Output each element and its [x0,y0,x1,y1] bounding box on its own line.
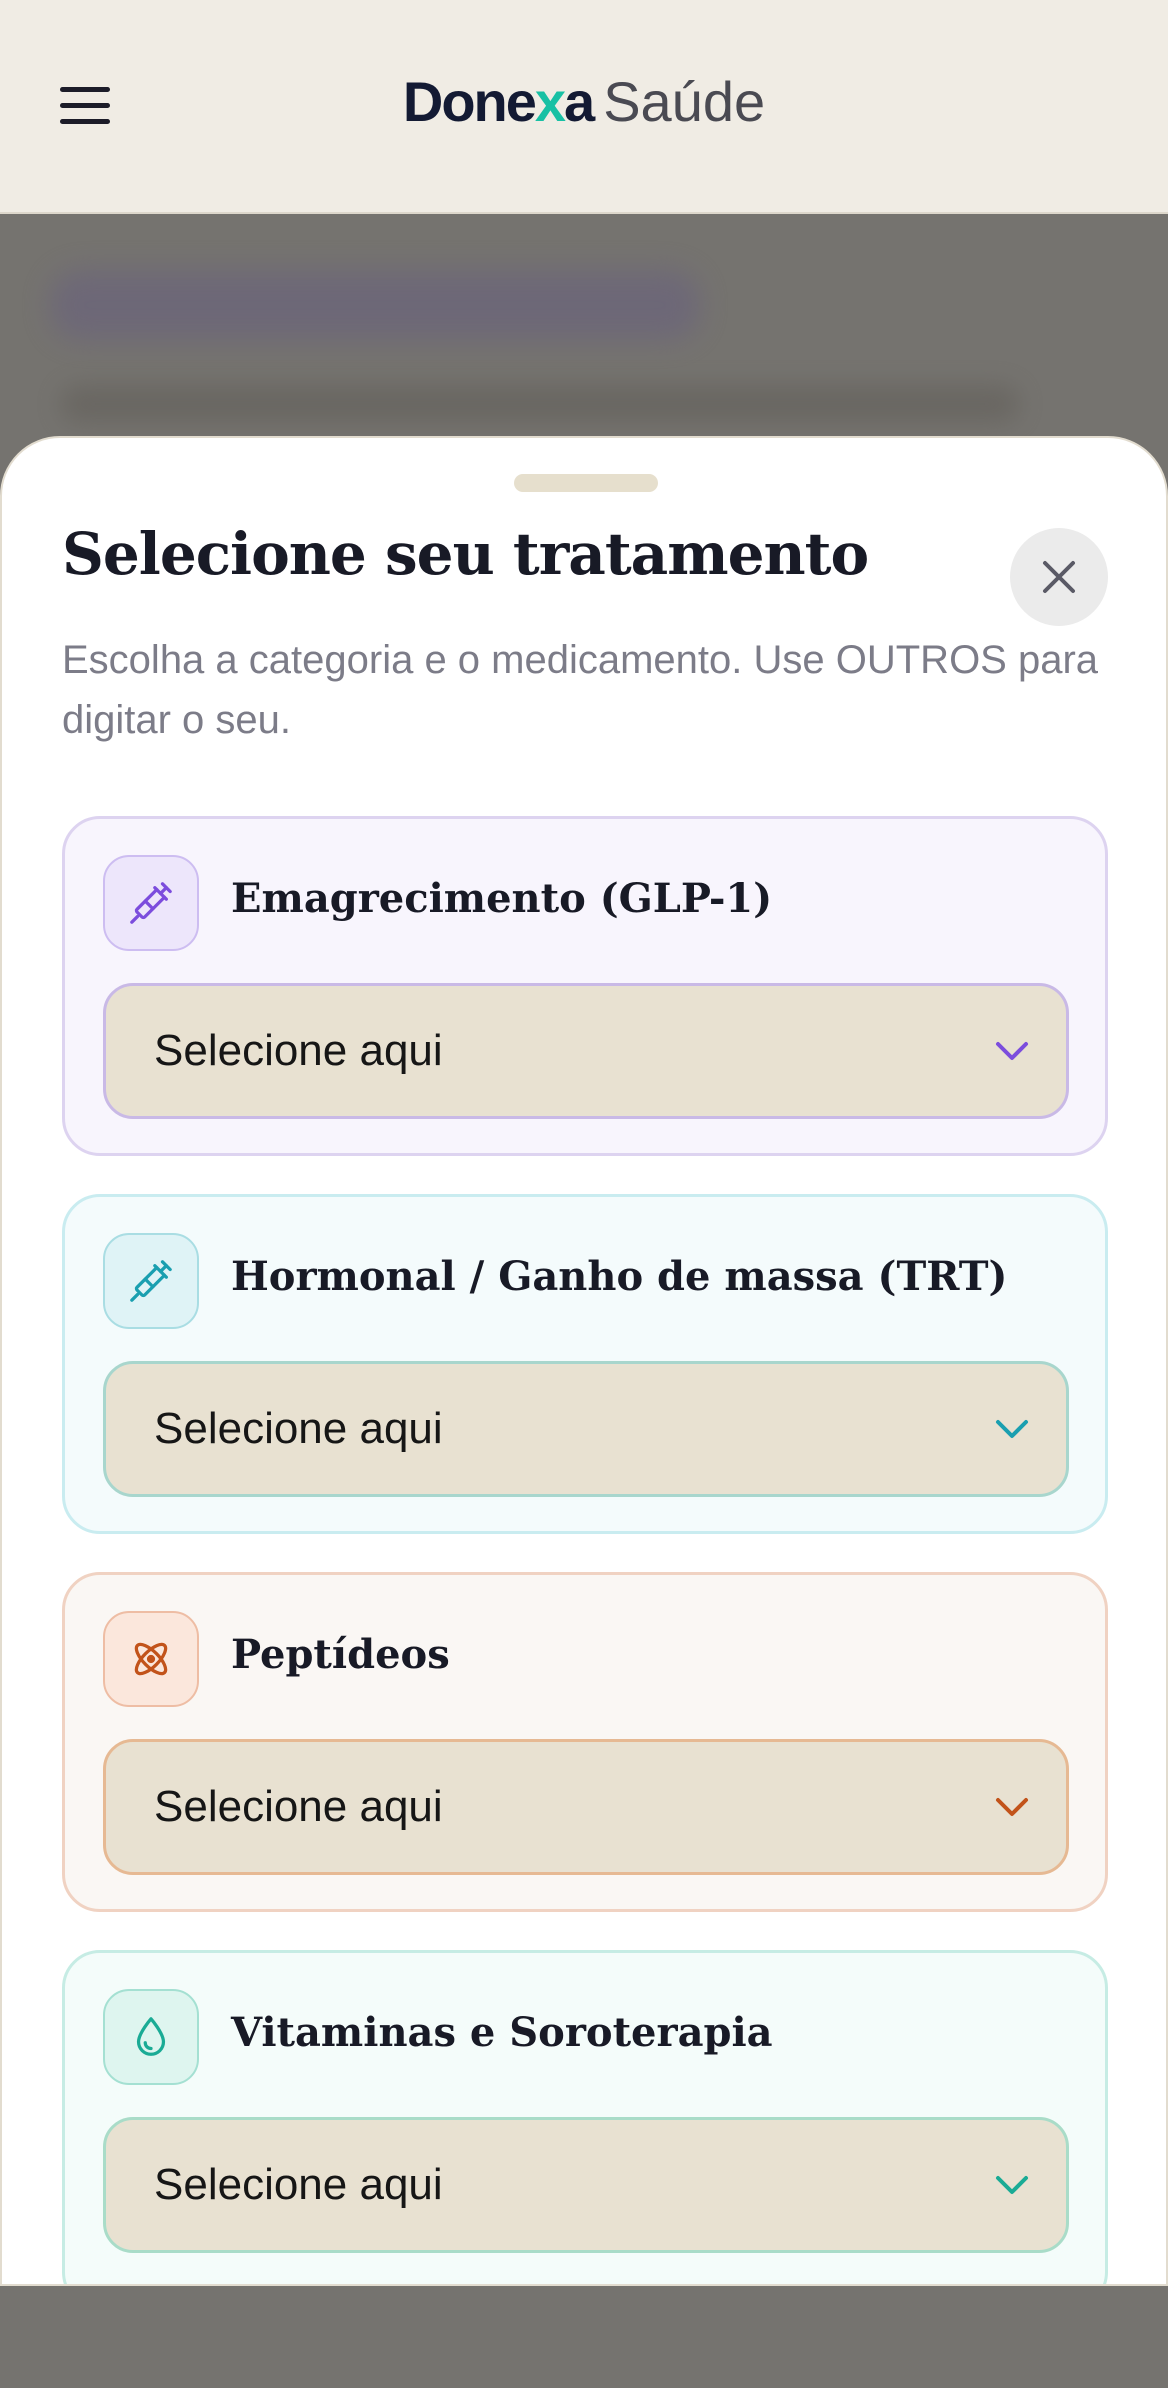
chevron-down-icon [996,1420,1028,1438]
medication-select[interactable]: Selecione aqui [103,1361,1069,1497]
medication-select[interactable]: Selecione aqui [103,2117,1069,2253]
syringe-icon [103,1233,199,1329]
select-value: Selecione aqui [154,1026,443,1075]
blurred-page-title [50,270,700,340]
logo-brand: Donexa [402,70,595,133]
category-card-trt: Hormonal / Ganho de massa (TRT) Selecion… [62,1194,1108,1534]
category-card-peptides: Peptídeos Selecione aqui [62,1572,1108,1912]
chevron-down-icon [996,2176,1028,2194]
sheet-description: Escolha a categoria e o medicamento. Use… [62,638,1099,742]
category-title: Hormonal / Ganho de massa (TRT) [231,1253,1008,1300]
blurred-page-subtitle [60,385,1020,423]
droplet-icon [103,1989,199,2085]
close-button[interactable] [1010,528,1108,626]
close-icon [1043,561,1075,593]
select-value: Selecione aqui [154,1782,443,1831]
chevron-down-icon [996,1042,1028,1060]
category-title: Peptídeos [231,1631,450,1678]
sheet-title: Selecione seu tratamento [62,520,869,588]
atom-icon [103,1611,199,1707]
category-title: Vitaminas e Soroterapia [231,2009,773,2056]
treatment-bottom-sheet: Selecione seu tratamento Escolha a categ… [0,436,1168,2286]
syringe-icon [103,855,199,951]
sheet-drag-handle[interactable] [514,474,658,492]
select-value: Selecione aqui [154,2160,443,2209]
medication-select[interactable]: Selecione aqui [103,983,1069,1119]
medication-select[interactable]: Selecione aqui [103,1739,1069,1875]
logo[interactable]: Donexa Saúde [0,62,1168,142]
select-value: Selecione aqui [154,1404,443,1453]
chevron-down-icon [996,1798,1028,1816]
logo-subtitle: Saúde [603,70,766,133]
category-title: Emagrecimento (GLP-1) [231,875,773,922]
top-header: Donexa Saúde [0,0,1168,214]
category-card-vitamins: Vitaminas e Soroterapia Selecione aqui [62,1950,1108,2284]
category-card-glp1: Emagrecimento (GLP-1) Selecione aqui [62,816,1108,1156]
